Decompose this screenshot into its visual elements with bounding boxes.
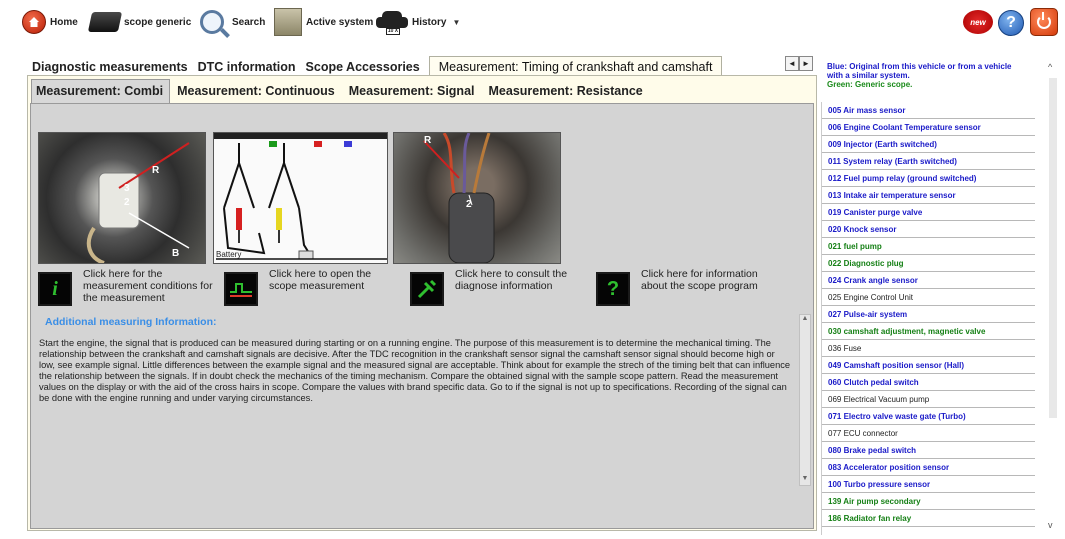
sensor-list-item[interactable]: 186 Radiator fan relay: [822, 510, 1035, 527]
sensor-list-item[interactable]: 024 Crank angle sensor: [822, 272, 1035, 289]
sensor-list-item[interactable]: 012 Fuel pump relay (ground switched): [822, 170, 1035, 187]
home-icon: [22, 10, 46, 34]
question-icon: ?: [596, 272, 630, 306]
scroll-up-icon[interactable]: ^: [1048, 62, 1052, 72]
tab-diagnostic-measurements[interactable]: Diagnostic measurements: [27, 57, 193, 77]
color-legend: Blue: Original from this vehicle or from…: [821, 58, 1035, 100]
info-body: Start the engine, the signal that is pro…: [39, 338, 791, 403]
tab-prev-button[interactable]: ◄: [785, 56, 799, 71]
help-icon[interactable]: ?: [998, 10, 1024, 36]
scope-program-info-text: Click here for information about the sco…: [641, 268, 758, 292]
sensor-list-item[interactable]: 071 Electro valve waste gate (Turbo): [822, 408, 1035, 425]
tab-scope-accessories[interactable]: Scope Accessories: [301, 57, 425, 77]
scope-icon: [87, 12, 123, 32]
search-button[interactable]: Search: [200, 8, 265, 36]
tab-measurement-combi[interactable]: Measurement: Combi: [31, 79, 171, 103]
measurement-conditions-text: Click here for the measurement condition…: [83, 268, 213, 304]
info-icon: i: [38, 272, 72, 306]
tab-navigation: ◄ ►: [785, 56, 813, 71]
sensor-list-item[interactable]: 022 Diagnostic plug: [822, 255, 1035, 272]
scope-measurement-icon: [224, 272, 258, 306]
sensor-list-item[interactable]: 080 Brake pedal switch: [822, 442, 1035, 459]
search-icon: [200, 10, 224, 34]
legend-blue: Blue: Original from this vehicle or from…: [827, 62, 1012, 80]
photo3-label-2: 2: [466, 199, 472, 210]
new-icon[interactable]: new: [963, 10, 993, 34]
battery-label: Battery: [216, 250, 242, 259]
active-system-label: Active system: [306, 16, 374, 28]
photo1-label-b: B: [172, 248, 180, 259]
tab-measurement-continuous[interactable]: Measurement: Continuous: [170, 79, 342, 103]
sensor-list-item[interactable]: 025 Engine Control Unit: [822, 289, 1035, 306]
sensor-list-item[interactable]: 011 System relay (Earth switched): [822, 153, 1035, 170]
history-plate: 10 X: [386, 28, 400, 35]
history-label: History: [412, 16, 447, 28]
sensor-list-item[interactable]: 020 Knock sensor: [822, 221, 1035, 238]
sensor-list-item[interactable]: 005 Air mass sensor: [822, 102, 1035, 119]
sensor-list-item[interactable]: 049 Camshaft position sensor (Hall): [822, 357, 1035, 374]
active-system-button[interactable]: Active system: [274, 8, 373, 36]
info-title: Additional measuring Information:: [45, 316, 217, 328]
toolbar: Home scope generic Search Active system …: [0, 0, 1065, 44]
photo1-label-r: R: [152, 165, 160, 176]
open-scope-measurement-text: Click here to open the scope measurement: [269, 268, 372, 292]
sensor-list-item[interactable]: 077 ECU connector: [822, 425, 1035, 442]
sensor-list-item[interactable]: 009 Injector (Earth switched): [822, 136, 1035, 153]
power-icon[interactable]: [1030, 8, 1058, 36]
sensor-list: 005 Air mass sensor 006 Engine Coolant Te…: [821, 102, 1035, 535]
scrollbar-thumb[interactable]: [1049, 78, 1057, 418]
tab-measurement-resistance[interactable]: Measurement: Resistance: [482, 79, 650, 103]
sensor-list-item[interactable]: 139 Air pump secondary: [822, 493, 1035, 510]
sensor-list-item[interactable]: 021 fuel pump: [822, 238, 1035, 255]
legend-green: Green: Generic scope.: [827, 80, 913, 89]
history-dropdown-icon[interactable]: ▼: [452, 18, 460, 27]
scroll-down-icon[interactable]: ▼: [800, 475, 810, 485]
sensor-list-item[interactable]: 006 Engine Coolant Temperature sensor: [822, 119, 1035, 136]
tab-dtc-information[interactable]: DTC information: [193, 57, 301, 77]
scroll-down-icon[interactable]: v: [1048, 520, 1053, 530]
home-button[interactable]: Home: [22, 8, 78, 36]
scope-label: scope generic: [124, 16, 192, 28]
sensor-list-item[interactable]: 083 Accelerator position sensor: [822, 459, 1035, 476]
photo1-label-3: 3: [124, 183, 130, 194]
diagnose-information-text: Click here to consult the diagnose infor…: [455, 268, 568, 292]
main-frame: Diagnostic measurements DTC information …: [27, 55, 817, 531]
sensor-list-item[interactable]: 019 Canister purge valve: [822, 204, 1035, 221]
sensor-list-item[interactable]: 027 Pulse-air system: [822, 306, 1035, 323]
scope-generic-button[interactable]: scope generic: [87, 8, 192, 36]
sensor-list-scrollbar[interactable]: ^ v: [1046, 60, 1060, 532]
diagnose-icon: [410, 272, 444, 306]
history-button[interactable]: 10 X History ▼: [376, 8, 460, 36]
search-label: Search: [232, 16, 266, 28]
home-label: Home: [50, 16, 78, 28]
sensor-list-item[interactable]: 069 Electrical Vacuum pump: [822, 391, 1035, 408]
tab-measurement-timing[interactable]: Measurement: Timing of crankshaft and ca…: [428, 56, 723, 77]
sensor-panel: Blue: Original from this vehicle or from…: [821, 58, 1035, 535]
sensor-list-item[interactable]: 100 Turbo pressure sensor: [822, 476, 1035, 493]
measurement-tabs: Measurement: Combi Measurement: Continuo…: [31, 79, 650, 103]
sensor-connector-photo: R 3 2 B: [38, 132, 206, 264]
app-window: Home scope generic Search Active system …: [0, 0, 1065, 539]
car-icon: 10 X: [376, 11, 408, 35]
top-tabs: Diagnostic measurements DTC information …: [27, 55, 723, 77]
sensor-list-item[interactable]: 060 Clutch pedal switch: [822, 374, 1035, 391]
probe-diagram: Battery: [213, 132, 388, 264]
combi-content: R 3 2 B Battery R 2 i Click here for the…: [30, 103, 814, 529]
tab-measurement-signal[interactable]: Measurement: Signal: [342, 79, 482, 103]
info-scrollbar[interactable]: ▲ ▼: [799, 314, 811, 486]
camshaft-sensor-photo: R 2: [393, 132, 561, 264]
sensor-list-item[interactable]: 013 Intake air temperature sensor: [822, 187, 1035, 204]
sensor-list-item[interactable]: 030 camshaft adjustment, magnetic valve: [822, 323, 1035, 340]
scroll-up-icon[interactable]: ▲: [800, 315, 810, 325]
photo1-label-2: 2: [124, 197, 130, 208]
measurement-panel: Measurement: Combi Measurement: Continuo…: [27, 75, 817, 531]
tab-next-button[interactable]: ►: [799, 56, 813, 71]
active-system-icon: [274, 8, 302, 36]
photo3-label-r: R: [424, 135, 432, 146]
additional-info: Additional measuring Information: Start …: [39, 314, 811, 522]
sensor-list-item[interactable]: 036 Fuse: [822, 340, 1035, 357]
